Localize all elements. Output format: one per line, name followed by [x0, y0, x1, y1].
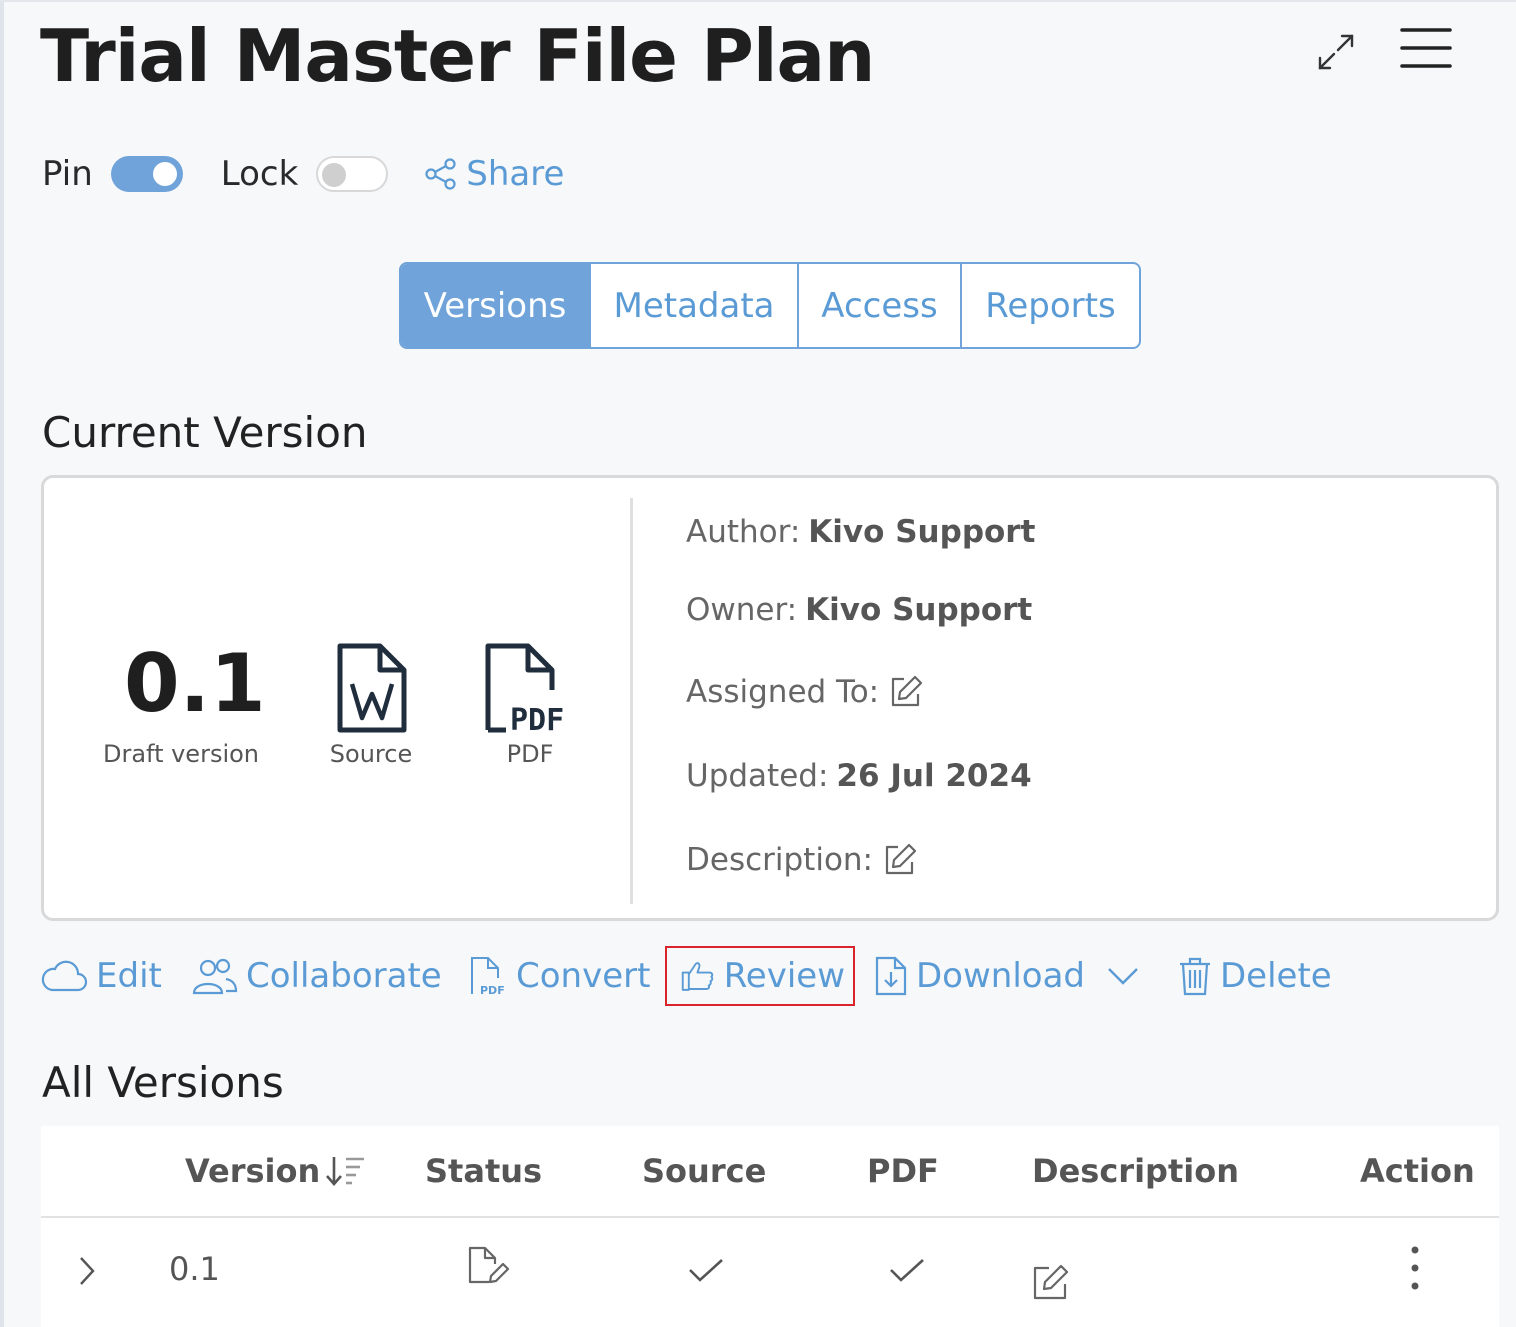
download-file-icon — [875, 956, 907, 996]
share-link[interactable]: Share — [424, 154, 564, 194]
window-edge — [0, 0, 4, 1327]
column-header-version[interactable]: Version — [185, 1152, 368, 1190]
draft-edit-icon — [467, 1246, 511, 1290]
collaborate-button[interactable]: Collaborate — [192, 946, 442, 1006]
owner-row: Owner: Kivo Support — [686, 592, 1032, 628]
tab-bar: Versions Metadata Access Reports — [399, 262, 1141, 349]
column-header-pdf: PDF — [867, 1152, 939, 1190]
expand-row-chevron-icon[interactable] — [75, 1254, 99, 1292]
column-header-status: Status — [425, 1152, 543, 1190]
version-actions-bar: Edit Collaborate PDF Convert Review Down… — [40, 946, 1500, 1006]
word-file-icon[interactable] — [336, 642, 408, 738]
chevron-down-icon[interactable] — [1103, 961, 1143, 991]
pdf-check-icon — [888, 1256, 926, 1290]
edit-assigned-icon[interactable] — [887, 674, 923, 710]
updated-value: 26 Jul 2024 — [836, 758, 1032, 794]
column-header-action: Action — [1360, 1152, 1475, 1190]
svg-text:PDF: PDF — [480, 984, 505, 996]
window-top-edge — [0, 0, 1516, 2]
trash-icon — [1180, 957, 1210, 996]
row-more-actions-icon[interactable] — [1403, 1244, 1427, 1296]
convert-label: Convert — [516, 956, 651, 996]
author-label: Author: — [686, 514, 801, 550]
updated-row: Updated: 26 Jul 2024 — [686, 758, 1032, 794]
delete-button[interactable]: Delete — [1178, 946, 1332, 1006]
version-status-label: Draft version — [102, 740, 260, 768]
edit-button[interactable]: Edit — [40, 946, 162, 1006]
pin-label: Pin — [42, 154, 93, 194]
current-version-card: 0.1 Draft version Source PDF PDF Author:… — [41, 475, 1499, 921]
share-icon — [425, 158, 456, 190]
pdf-convert-icon: PDF — [471, 957, 505, 996]
column-version-label: Version — [185, 1152, 321, 1190]
all-versions-heading: All Versions — [42, 1058, 284, 1107]
lock-toggle-knob — [322, 163, 347, 187]
pin-toggle[interactable] — [110, 156, 183, 192]
table-header: Version Status Source PDF Description Ac… — [41, 1126, 1499, 1218]
pin-toggle-knob — [152, 162, 177, 186]
author-value: Kivo Support — [808, 514, 1036, 550]
page-title: Trial Master File Plan — [40, 14, 875, 98]
share-label: Share — [466, 154, 565, 194]
pdf-label: PDF — [506, 740, 554, 768]
card-divider — [630, 498, 633, 904]
lock-toggle[interactable] — [316, 156, 389, 192]
source-check-icon — [687, 1256, 725, 1290]
description-row: Description: — [686, 842, 917, 878]
tab-reports[interactable]: Reports — [962, 264, 1139, 347]
edit-description-icon[interactable] — [881, 842, 917, 878]
column-header-description: Description — [1032, 1152, 1239, 1190]
delete-label: Delete — [1220, 956, 1332, 996]
author-row: Author: Kivo Support — [686, 514, 1035, 550]
sort-descending-icon[interactable] — [324, 1154, 368, 1188]
svg-text:PDF: PDF — [510, 703, 564, 734]
description-label: Description: — [686, 842, 873, 878]
thumbs-up-icon — [681, 962, 714, 991]
version-number: 0.1 — [124, 637, 266, 730]
owner-value: Kivo Support — [805, 592, 1033, 628]
tab-versions[interactable]: Versions — [401, 264, 591, 347]
assigned-row: Assigned To: — [686, 674, 923, 710]
source-label: Source — [329, 740, 413, 768]
pin-lock-share-row: Pin Lock Share — [42, 150, 564, 198]
edit-row-description-icon[interactable] — [1031, 1262, 1071, 1306]
tab-access[interactable]: Access — [799, 264, 962, 347]
row-version: 0.1 — [169, 1250, 220, 1288]
current-version-heading: Current Version — [42, 408, 368, 457]
cloud-icon — [41, 960, 88, 992]
convert-button[interactable]: PDF Convert — [468, 946, 650, 1006]
updated-label: Updated: — [686, 758, 829, 794]
owner-label: Owner: — [686, 592, 798, 628]
collaborate-label: Collaborate — [246, 956, 442, 996]
edit-label: Edit — [96, 956, 162, 996]
expand-icon[interactable] — [1312, 28, 1360, 76]
review-button[interactable]: Review — [665, 946, 855, 1006]
pdf-file-icon[interactable]: PDF — [484, 642, 576, 738]
users-icon — [192, 958, 238, 995]
download-button[interactable]: Download — [874, 946, 1151, 1006]
lock-label: Lock — [220, 154, 299, 194]
assigned-label: Assigned To: — [686, 674, 880, 710]
hamburger-menu-icon[interactable] — [1398, 24, 1454, 72]
versions-table: Version Status Source PDF Description Ac… — [41, 1126, 1499, 1327]
column-header-source: Source — [642, 1152, 767, 1190]
review-label: Review — [723, 956, 845, 996]
download-label: Download — [916, 956, 1086, 996]
tab-metadata[interactable]: Metadata — [591, 264, 799, 347]
